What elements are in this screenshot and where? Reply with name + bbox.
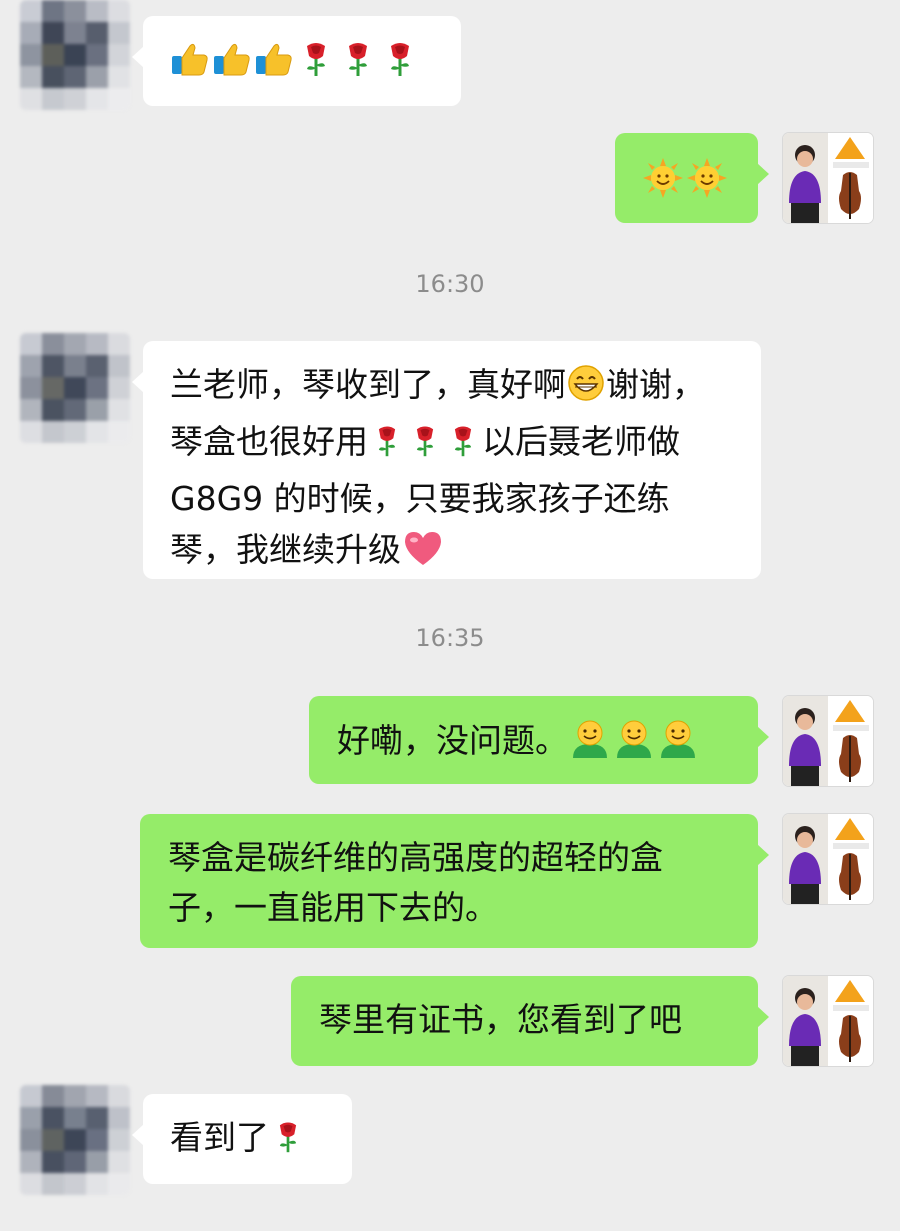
message-bubble[interactable]: 兰老师，琴收到了，真好啊 谢谢， 琴盒也很好用 以后聂老师做 G8G9 的时候，… [132,341,761,579]
sun-face-emoji [686,157,728,210]
rose-emoji [270,1117,306,1166]
message-text: 琴里有证书，您看到了吧 [319,1000,682,1039]
message-line: 兰老师，琴收到了，真好啊 谢谢， [170,363,761,413]
message-bubble[interactable]: 琴盒是碳纤维的高强度的超轻的盒 子，一直能用下去的。 [140,814,769,948]
my-avatar[interactable] [783,976,873,1066]
contact-avatar[interactable] [20,1085,130,1195]
message-text: 看到了 [170,1118,269,1157]
message-line: 琴盒是碳纤维的高强度的超轻的盒 [168,838,663,877]
message-bubble[interactable] [132,16,461,106]
message-line: 子，一直能用下去的。 [168,888,498,927]
rose-emoji [338,38,378,89]
message-text: 琴盒也很好用 [170,422,368,461]
rose-emoji [380,38,420,89]
sun-face-emoji [642,157,684,210]
my-avatar[interactable] [783,814,873,904]
message-text: 好嘞，没问题。 [337,721,568,760]
message-bubble[interactable]: 琴里有证书，您看到了吧 [291,976,769,1066]
heart-emoji [402,529,444,578]
my-avatar[interactable] [783,696,873,786]
smile-person-emoji [657,718,699,769]
smile-person-emoji [569,718,611,769]
message-line: G8G9 的时候，只要我家孩子还练 [170,477,761,521]
timestamp: 16:35 [415,624,485,652]
thumbs-up-emoji [254,38,294,89]
my-avatar[interactable] [783,133,873,223]
thumbs-up-emoji [170,38,210,89]
contact-avatar[interactable] [20,0,130,110]
rose-emoji [296,38,336,89]
message-text: 以后聂老师做 [482,422,680,461]
message-bubble[interactable] [615,133,769,223]
smile-person-emoji [613,718,655,769]
thumbs-up-emoji [212,38,252,89]
rose-emoji [369,421,405,470]
rose-emoji [407,421,443,470]
message-text: 谢谢， [606,365,705,404]
message-text: 兰老师，琴收到了，真好啊 [170,365,566,404]
message-line: 琴盒也很好用 以后聂老师做 [170,420,761,470]
message-line: 琴，我继续升级 [170,528,761,578]
message-text: 琴，我继续升级 [170,530,401,569]
grinning-face-emoji [567,364,605,413]
contact-avatar[interactable] [20,333,130,443]
message-bubble[interactable]: 好嘞，没问题。 [309,696,769,784]
message-text: G8G9 的时候，只要我家孩子还练 [170,479,670,518]
message-bubble[interactable]: 看到了 [132,1094,352,1184]
timestamp: 16:30 [415,270,485,298]
rose-emoji [445,421,481,470]
